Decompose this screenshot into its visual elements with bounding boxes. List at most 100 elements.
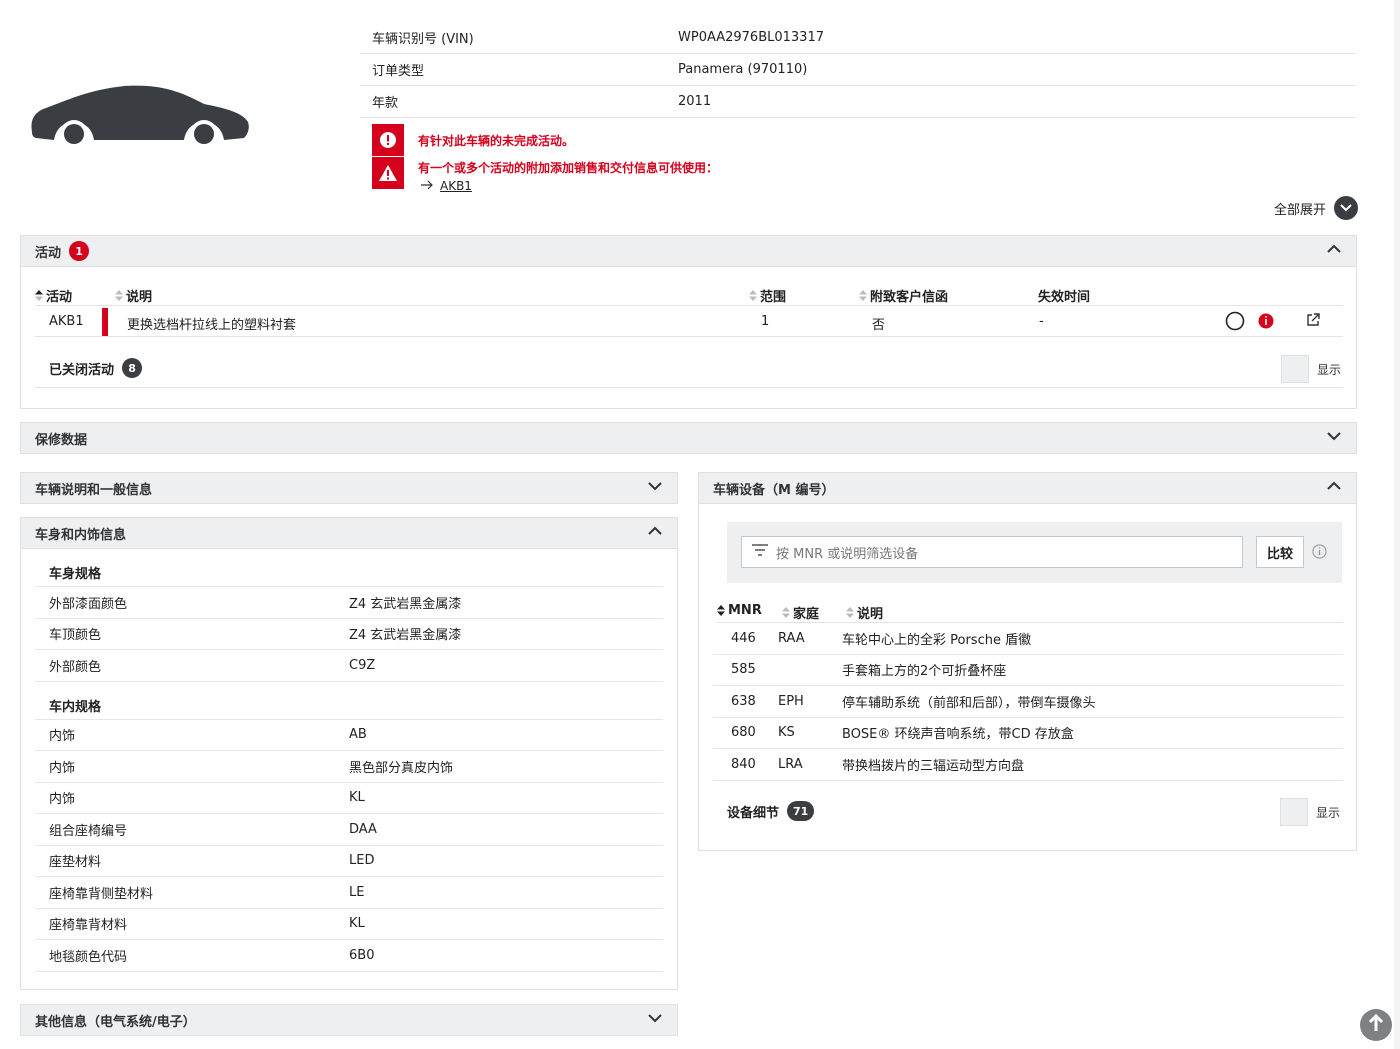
open-campaign-alert: 有针对此车辆的未完成活动。 [372, 124, 574, 156]
col-mnr-header[interactable]: MNR [717, 603, 762, 618]
equipment-row[interactable]: 585 手套箱上方的2个可折叠杯座 [713, 655, 1343, 686]
warranty-panel-header[interactable]: 保修数据 [21, 423, 1356, 453]
col-eq-description-header[interactable]: 说明 [846, 603, 883, 622]
spec-label: 座椅靠背侧垫材料 [49, 886, 154, 902]
additional-info-text: 有一个或多个活动的附加添加销售和交付信息可供使用： [418, 161, 719, 175]
chevron-up-icon [1326, 478, 1342, 498]
equipment-mnr: 446 [731, 630, 756, 646]
external-link-icon[interactable] [1305, 312, 1321, 332]
campaign-link-row: AKB1 [420, 179, 472, 193]
col-family-label: 家庭 [793, 607, 820, 622]
scroll-to-top-button[interactable] [1360, 1009, 1392, 1041]
equipment-details-show-toggle[interactable] [1280, 798, 1308, 826]
campaign-row[interactable]: AKB1 更换选档杆拉线上的塑料衬套 1 否 - [35, 306, 1343, 337]
equipment-title: 车辆设备（M 编号） [713, 482, 835, 498]
col-scope-header[interactable]: 范围 [749, 286, 786, 305]
info-icon[interactable] [1258, 313, 1274, 333]
info-icon[interactable] [1312, 544, 1327, 563]
col-campaign-header[interactable]: 活动 [35, 286, 72, 305]
sort-icon [749, 290, 757, 301]
chevron-down-icon [1326, 428, 1342, 448]
equipment-details-title: 设备细节 71 [727, 801, 815, 821]
col-description-label: 说明 [126, 290, 153, 305]
spec-value: Z4 玄武岩黑金属漆 [349, 628, 462, 644]
spec-row: 内饰 KL [35, 783, 663, 814]
closed-campaigns-label: 已关闭活动 [49, 362, 115, 378]
col-family-header[interactable]: 家庭 [782, 603, 819, 622]
col-letter-label: 附致客户信函 [870, 290, 949, 305]
equipment-description: 停车辅助系统（前部和后部），带倒车摄像头 [842, 695, 1096, 711]
spec-row: 组合座椅编号 DAA [35, 814, 663, 846]
warranty-panel: 保修数据 [20, 422, 1357, 454]
campaigns-count-badge: 1 [69, 241, 90, 261]
spec-label: 外部漆面颜色 [49, 596, 128, 612]
equipment-row[interactable]: 840 LRA 带换档拨片的三辐运动型方向盘 [713, 749, 1343, 781]
body-interior-panel-header[interactable]: 车身和内饰信息 [21, 518, 677, 549]
sort-icon [782, 607, 790, 618]
equipment-panel-header[interactable]: 车辆设备（M 编号） [699, 473, 1356, 504]
campaign-expiry: - [1039, 314, 1044, 329]
col-mnr-label: MNR [728, 603, 762, 618]
status-circle-icon [1225, 311, 1245, 335]
exclamation-icon [372, 124, 404, 156]
closed-campaigns-count-badge: 8 [122, 358, 143, 378]
equipment-description: 带换档拨片的三辐运动型方向盘 [842, 758, 1025, 774]
campaigns-panel-header[interactable]: 活动 1 [21, 236, 1356, 267]
spec-value: C9Z [349, 657, 376, 673]
equipment-family: RAA [778, 630, 805, 646]
spec-value: Z4 玄武岩黑金属漆 [349, 596, 462, 612]
equipment-mnr: 585 [731, 662, 756, 678]
vin-row: 车辆识别号 (VIN) WP0AA2976BL013317 [360, 22, 1356, 54]
equipment-family: KS [778, 725, 795, 741]
col-description-header[interactable]: 说明 [115, 286, 152, 305]
vin-value: WP0AA2976BL013317 [678, 30, 824, 45]
equipment-description: 车轮中心上的全彩 Porsche 盾徽 [842, 632, 1032, 648]
equipment-mnr: 680 [731, 725, 756, 741]
spec-label: 地毯颜色代码 [49, 949, 128, 965]
spec-row: 地毯颜色代码 6B0 [35, 940, 663, 972]
expand-all-label: 全部展开 [1273, 202, 1326, 218]
equipment-panel: 车辆设备（M 编号） 按 MNR 或说明筛选设备 比较 MNR 家庭 说明 44… [698, 472, 1357, 851]
compare-button[interactable]: 比较 [1256, 536, 1304, 568]
warranty-title: 保修数据 [35, 432, 88, 448]
campaign-link-akb1[interactable]: AKB1 [440, 179, 472, 193]
sort-icon [35, 290, 43, 301]
spec-value: DAA [349, 821, 377, 837]
equipment-description: BOSE® 环绕声音响系统，带CD 存放盒 [842, 727, 1074, 743]
campaigns-title: 活动 [35, 245, 62, 261]
equipment-row[interactable]: 680 KS BOSE® 环绕声音响系统，带CD 存放盒 [713, 718, 1343, 749]
campaigns-panel: 活动 1 活动 说明 范围 附致客户信函 失效时间 AKB1 更换选档杆拉线上的… [20, 235, 1357, 409]
equipment-row[interactable]: 638 EPH 停车辅助系统（前部和后部），带倒车摄像头 [713, 686, 1343, 718]
sort-icon [115, 290, 123, 301]
other-info-panel-header[interactable]: 其他信息（电气系统/电子） [21, 1005, 677, 1035]
spec-value: KL [349, 790, 365, 806]
model-year-value: 2011 [678, 94, 712, 109]
equipment-row[interactable]: 446 RAA 车轮中心上的全彩 Porsche 盾徽 [713, 623, 1343, 655]
col-expiry-header: 失效时间 [1038, 286, 1090, 305]
body-interior-panel: 车身和内饰信息 车身规格 外部漆面颜色 Z4 玄武岩黑金属漆 车顶颜色 Z4 玄武岩黑… [20, 517, 678, 990]
general-info-title: 车辆说明和一般信息 [35, 482, 153, 498]
col-expiry-label: 失效时间 [1038, 290, 1091, 305]
col-campaign-label: 活动 [46, 290, 73, 305]
chevron-up-icon [1326, 241, 1342, 261]
campaign-status-bar [102, 308, 108, 336]
chevron-up-icon [647, 523, 663, 543]
closed-campaigns-show-toggle[interactable] [1281, 355, 1309, 383]
spec-row: 座椅靠背侧垫材料 LE [35, 877, 663, 909]
expand-all-button[interactable]: 全部展开 [1274, 196, 1358, 220]
equipment-search-input[interactable]: 按 MNR 或说明筛选设备 [741, 536, 1243, 568]
page-scrollbar[interactable] [1394, 0, 1400, 1049]
equipment-table-header: MNR 家庭 说明 [717, 601, 1343, 623]
general-info-panel-header[interactable]: 车辆说明和一般信息 [21, 473, 677, 503]
order-type-value: Panamera (970110) [678, 62, 808, 77]
spec-value: KL [349, 916, 365, 932]
filter-icon [752, 544, 768, 560]
campaign-scope: 1 [761, 314, 770, 329]
warning-triangle-icon [372, 157, 404, 189]
interior-spec-list: 内饰 AB 内饰 黑色部分真皮内饰 内饰 KL 组合座椅编号 DAA 座垫材料 LED 座椅靠背侧垫… [35, 720, 663, 972]
col-letter-header[interactable]: 附致客户信函 [859, 286, 948, 305]
spec-label: 座垫材料 [49, 855, 102, 871]
spec-value: AB [349, 727, 367, 743]
equipment-details-row: 设备细节 71 显示 [727, 795, 1343, 827]
other-info-panel: 其他信息（电气系统/电子） [20, 1004, 678, 1036]
